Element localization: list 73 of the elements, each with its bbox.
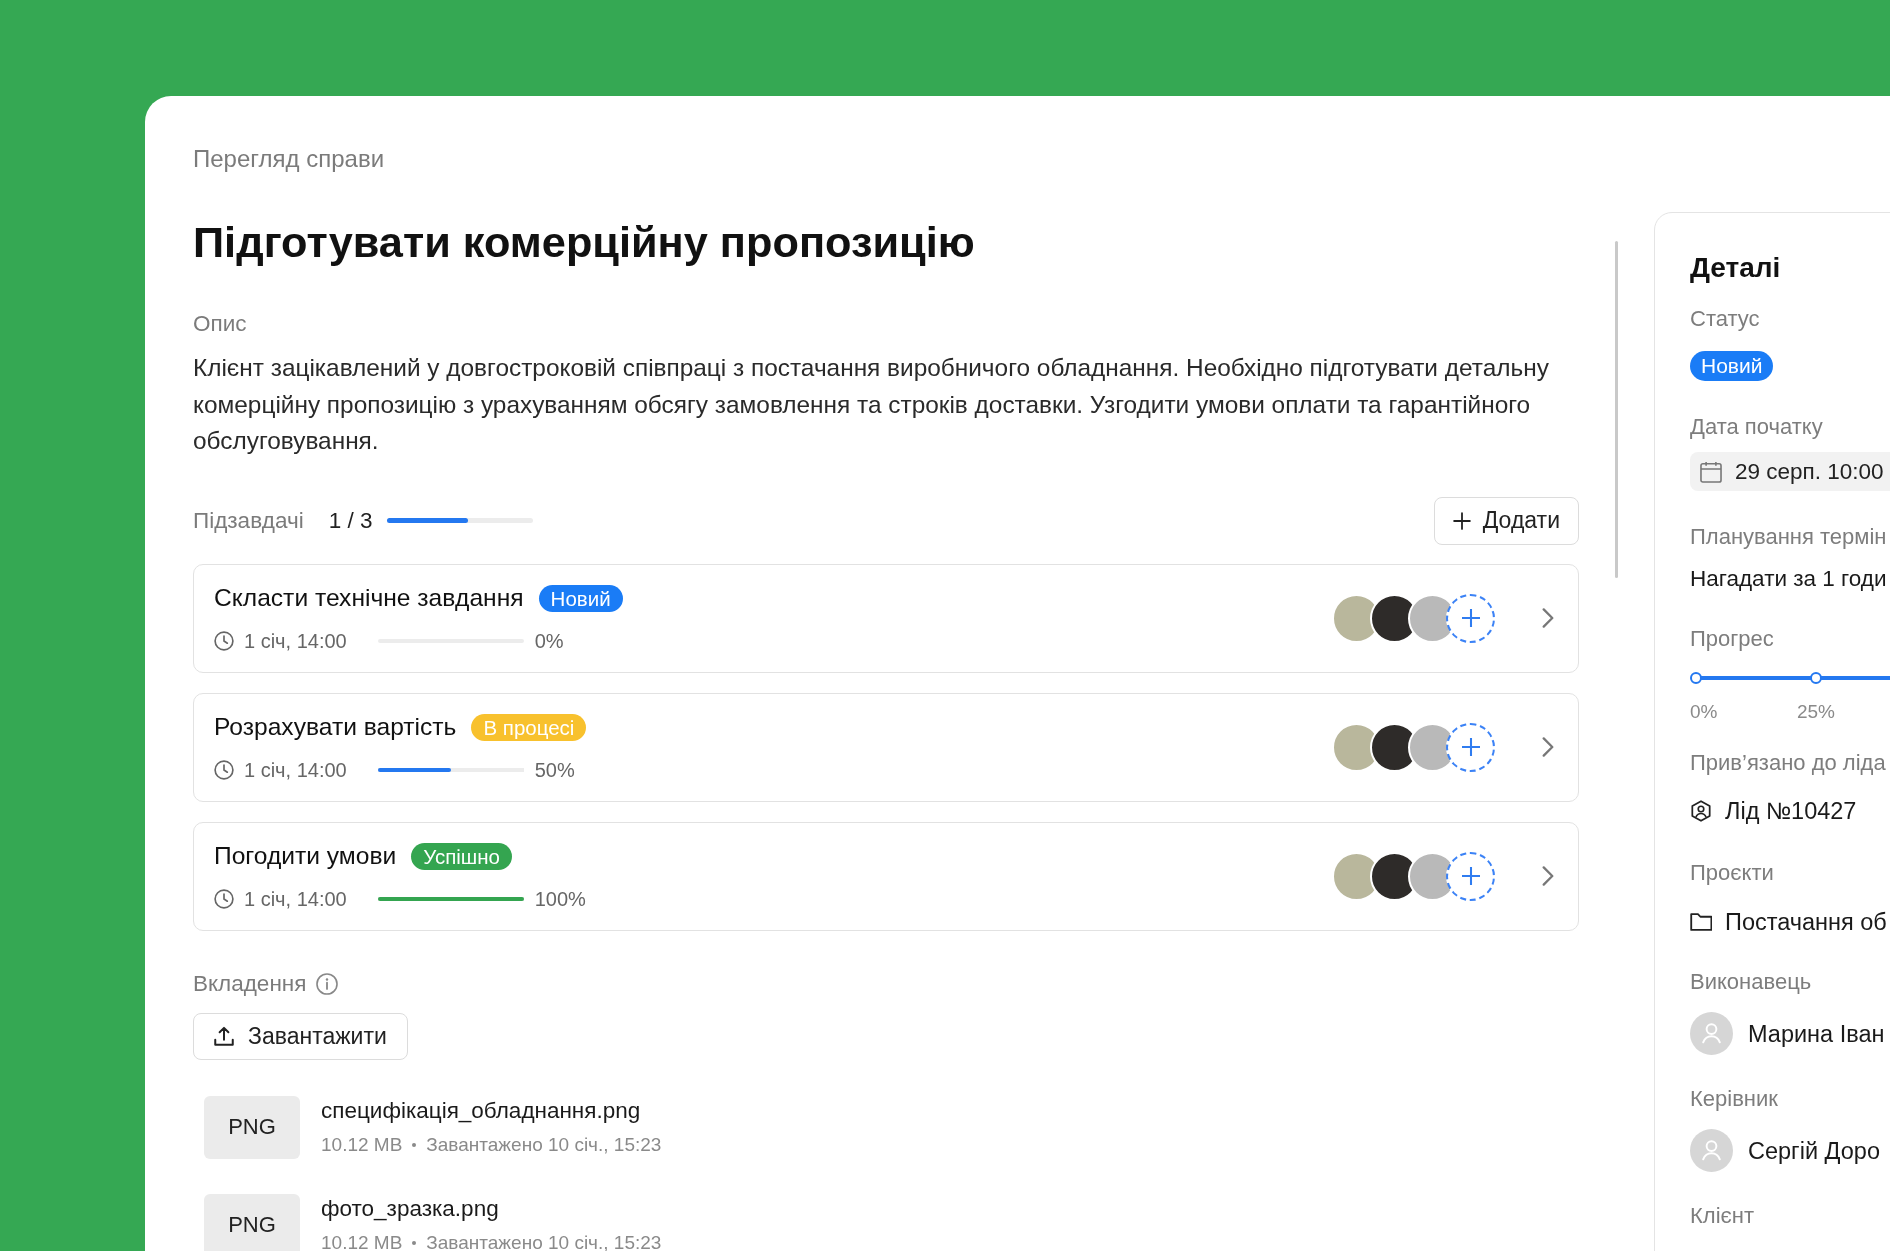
subtask-title: Розрахувати вартість [214,712,457,742]
due-time: 1 січ, 14:00 [244,887,347,911]
due-time: 1 січ, 14:00 [244,758,347,782]
section-label: Підзавдачі [193,506,304,535]
field-label: Прогрес [1690,626,1775,652]
subtask-card[interactable]: Погодити умови Успішно 1 січ, 14:00 100% [193,821,1579,931]
file-type-tile: PNG [204,1193,300,1251]
user-avatar-icon [1690,1129,1733,1172]
upload-date: Завантажено 10 січ., 15:23 [426,1133,662,1156]
progress-percent: 0% [534,629,564,653]
page-title: Підготувати комерційну пропозицію [193,217,976,267]
date-field[interactable]: 29 серп. 10:00 [1690,452,1890,491]
project-link[interactable]: Постачання об [1725,908,1887,936]
subtask-title: Погодити умови [214,841,397,871]
field-label: Статус [1690,306,1761,332]
user-avatar-icon [1690,1012,1733,1055]
scrollbar-thumb[interactable] [1615,241,1618,578]
folder-icon [1690,911,1712,933]
info-icon[interactable] [316,972,339,995]
add-button[interactable]: Додати [1433,496,1579,545]
progress-percent: 100% [534,887,586,911]
status-badge: Новий [1690,351,1774,381]
subtask-title: Скласти технічне завдання [214,583,524,613]
slider-mark-label: 25% [1797,700,1835,724]
field-label: Клієнт [1690,1203,1755,1229]
section-label: Опис [193,310,248,338]
clock-icon [214,760,234,780]
lead-link[interactable]: Лід №10427 [1725,797,1857,825]
subtask-card[interactable]: Скласти технічне завдання Новий 1 січ, 14:00 0% [193,563,1579,673]
due-time: 1 січ, 14:00 [244,629,347,653]
breadcrumb: Перегляд справи [193,145,386,173]
separator-dot-icon [412,1142,417,1147]
progress-percent: 50% [534,758,575,782]
panel-title: Деталі [1690,251,1782,285]
chevron-right-icon[interactable] [1542,737,1554,757]
status-badge: В процесі [471,713,587,741]
file-name[interactable]: фото_зразка.png [321,1193,662,1224]
subtask-count: 1 / 3 [328,507,373,534]
field-label: Дата початку [1690,414,1824,440]
plus-icon [1452,511,1471,530]
separator-dot-icon [412,1240,417,1245]
calendar-icon [1700,460,1722,483]
chevron-right-icon[interactable] [1542,866,1554,886]
file-size: 10.12 MB [321,1133,403,1156]
field-label: Виконавець [1690,969,1813,995]
file-size: 10.12 MB [321,1231,403,1251]
person-name[interactable]: Марина Іван [1748,1019,1885,1048]
clock-icon [214,889,234,909]
slider-dot-icon [1690,672,1702,684]
field-label: Керівник [1690,1086,1779,1112]
person-name[interactable]: Сергій Доро [1748,1136,1880,1165]
reminder-value: Нагадати за 1 годи [1690,565,1888,593]
slider-mark-label: 0% [1690,700,1718,724]
plus-icon [1461,738,1480,756]
slider-dot-icon [1810,672,1822,684]
field-label: Планування термін [1690,524,1888,550]
upload-date: Завантажено 10 січ., 15:23 [426,1231,662,1251]
plus-icon [1461,867,1480,885]
user-hexagon-icon [1690,800,1712,822]
field-label: Проєкти [1690,860,1775,886]
file-type-tile: PNG [204,1095,300,1159]
upload-button[interactable]: Завантажити [193,1012,408,1060]
plus-icon [1461,609,1480,627]
field-label: Прив’язано до ліда [1690,750,1887,776]
section-label: Вкладення [193,969,307,998]
upload-icon [214,1026,234,1046]
chevron-right-icon[interactable] [1542,608,1554,628]
status-badge: Успішно [411,842,512,870]
description-text: Клієнт зацікавлений у довгостроковій співпраці з постачання виробничого обладнання. Необхідно підготувати детальну комерційну пропозицію з урахуванням обсягу замовлення та строків доставки. Узгодити умови оплати та гарантійного обслуговування. [193,353,1550,456]
subtask-card[interactable]: Розрахувати вартість В процесі 1 січ, 14:00 50% [193,692,1579,802]
file-name[interactable]: специфікація_обладнання.png [321,1095,662,1126]
clock-icon [214,631,234,651]
status-badge: Новий [538,584,623,612]
